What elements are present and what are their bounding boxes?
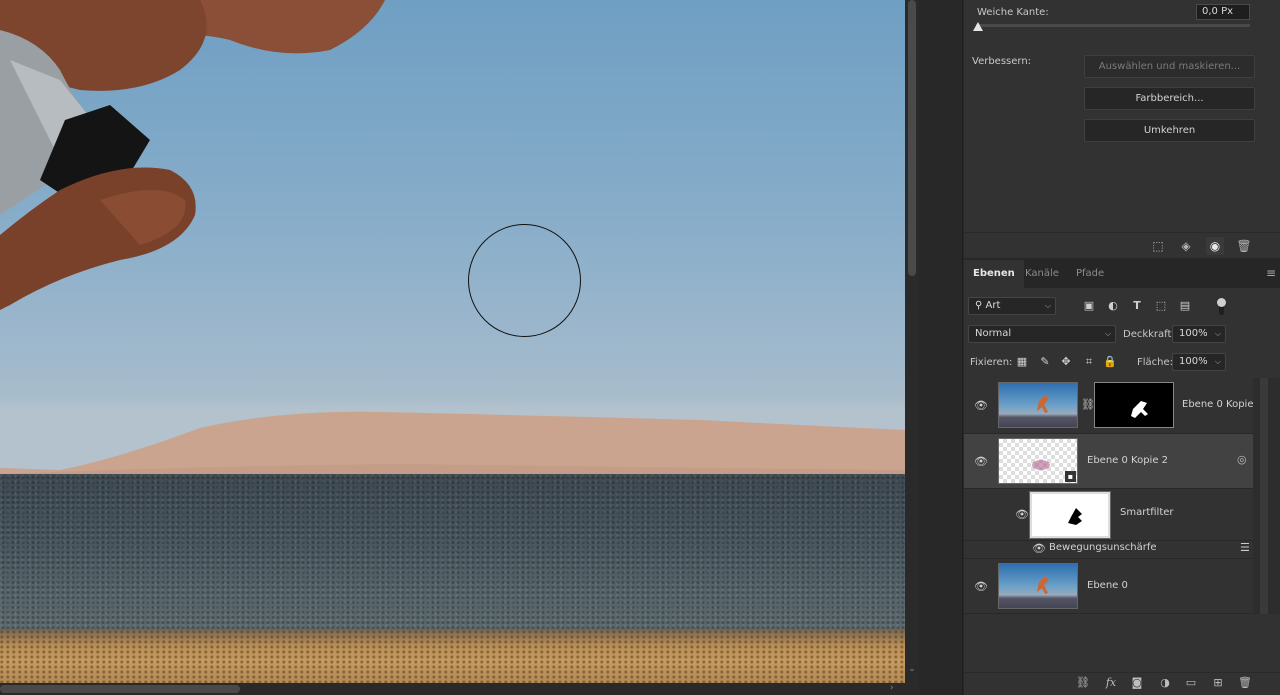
- layer-row[interactable]: 👁 Ebene 0: [964, 560, 1253, 614]
- layers-panel: Ebenen Kanäle Pfade ≡ ⚲ Art ⌵ ▣ ◐ T ⬚ ▤ …: [964, 260, 1280, 695]
- chevron-down-icon: ⌵: [1214, 329, 1221, 338]
- pixel-filter-icon[interactable]: ▣: [1081, 298, 1097, 314]
- runner-thumbnail-icon: [1037, 576, 1049, 594]
- search-icon: ⚲: [975, 300, 986, 311]
- eye-icon[interactable]: 👁: [1032, 542, 1046, 555]
- layer-name[interactable]: Ebene 0 Kopie 2: [1087, 455, 1168, 466]
- lock-all-icon[interactable]: 🔒: [1102, 354, 1118, 370]
- properties-panel: Weiche Kante: 0,0 Px Verbessern: Auswähl…: [964, 0, 1280, 258]
- layer-thumbnail[interactable]: [998, 382, 1078, 428]
- smart-object-badge-icon: ▪: [1065, 471, 1076, 482]
- mask-shape-icon: [1068, 508, 1082, 525]
- tab-paths[interactable]: Pfade: [1067, 260, 1113, 288]
- gravel-ground: [0, 474, 905, 644]
- layers-footer: ⛓ fx ◙ ◑ ▭ ⊞ 🗑: [964, 672, 1280, 695]
- shape-filter-icon[interactable]: ⬚: [1153, 298, 1169, 314]
- invert-button[interactable]: Umkehren: [1084, 119, 1255, 142]
- layer-mask-thumbnail[interactable]: [1094, 382, 1174, 428]
- smart-object-filter-icon[interactable]: ▤: [1177, 298, 1193, 314]
- canvas-horizontal-scrollbar[interactable]: ›: [0, 683, 919, 695]
- filter-options-icon[interactable]: ☰: [1240, 541, 1250, 554]
- filter-toggle-switch[interactable]: [1216, 298, 1226, 316]
- chevron-down-icon: ⌵: [1104, 329, 1111, 338]
- opacity-label: Deckkraft:: [1123, 329, 1175, 340]
- eye-icon[interactable]: 👁: [974, 399, 988, 412]
- feather-label: Weiche Kante:: [977, 7, 1049, 18]
- sand-foreground: [0, 630, 905, 683]
- blend-mode-value: Normal: [975, 328, 1012, 339]
- runner-thumbnail-icon: [1037, 395, 1049, 413]
- adjustment-filter-icon[interactable]: ◐: [1105, 298, 1121, 314]
- filter-row[interactable]: 👁 Bewegungsunschärfe ☰: [964, 541, 1253, 559]
- lock-transparency-icon[interactable]: ▦: [1014, 354, 1030, 370]
- smart-filter-mask-thumbnail[interactable]: [1029, 491, 1111, 539]
- chevron-down-icon: ⌵: [1214, 357, 1221, 366]
- layer-thumbnail[interactable]: [998, 563, 1078, 609]
- tab-layers[interactable]: Ebenen: [964, 260, 1024, 288]
- layer-filter-select[interactable]: ⚲ Art ⌵: [968, 297, 1056, 315]
- layer-row[interactable]: 👁 ⛓ Ebene 0 Kopie: [964, 378, 1253, 434]
- lock-position-icon[interactable]: ✥: [1058, 354, 1074, 370]
- athlete-figure: [0, 0, 385, 310]
- eye-icon[interactable]: 👁: [974, 455, 988, 468]
- fill-value: 100%: [1179, 356, 1208, 367]
- document-canvas[interactable]: [0, 0, 905, 683]
- select-and-mask-button[interactable]: Auswählen und maskieren...: [1084, 55, 1255, 78]
- layer-name[interactable]: Ebene 0 Kopie: [1182, 399, 1253, 410]
- link-chain-icon[interactable]: ⛓: [1081, 398, 1095, 411]
- eye-icon[interactable]: 👁: [974, 580, 988, 593]
- type-filter-icon[interactable]: T: [1129, 298, 1145, 314]
- panel-menu-icon[interactable]: ≡: [1266, 266, 1276, 280]
- scroll-down-arrow-icon[interactable]: ⌄: [907, 664, 917, 676]
- lock-label: Fixieren:: [970, 357, 1013, 368]
- horizontal-scroll-thumb[interactable]: [0, 685, 240, 693]
- fill-label: Fläche:: [1137, 357, 1174, 368]
- feather-slider-track[interactable]: [976, 24, 1250, 27]
- opacity-input[interactable]: 100% ⌵: [1172, 325, 1226, 343]
- layers-tab-bar: Ebenen Kanäle Pfade ≡: [964, 260, 1280, 288]
- fx-icon[interactable]: fx: [1103, 676, 1119, 689]
- canvas-vertical-scrollbar[interactable]: ⌄: [905, 0, 919, 683]
- layer-thumbnail[interactable]: ▪: [998, 438, 1078, 484]
- link-icon[interactable]: ⛓: [1075, 676, 1091, 689]
- layer-row[interactable]: 👁 ▪ Ebene 0 Kopie 2 ◎ ^: [964, 434, 1264, 489]
- tab-channels[interactable]: Kanäle: [1016, 260, 1068, 288]
- color-range-button[interactable]: Farbbereich...: [1084, 87, 1255, 110]
- trash-icon[interactable]: 🗑: [1237, 676, 1253, 689]
- properties-footer: ⬚ ◈ ◉ 🗑: [964, 232, 1280, 258]
- scroll-right-arrow-icon[interactable]: ›: [890, 683, 900, 695]
- feather-slider-thumb[interactable]: [973, 22, 983, 31]
- selection-icon[interactable]: ⬚: [1149, 237, 1167, 255]
- opacity-value: 100%: [1179, 328, 1208, 339]
- smart-filter-name[interactable]: Smartfilter: [1120, 507, 1174, 518]
- blend-mode-select[interactable]: Normal ⌵: [968, 325, 1116, 343]
- filter-name[interactable]: Bewegungsunschärfe: [1049, 542, 1157, 553]
- vertical-scroll-thumb[interactable]: [908, 0, 916, 276]
- layers-scrollbar[interactable]: [1253, 378, 1280, 614]
- brush-cursor-icon: [468, 224, 581, 337]
- feather-input[interactable]: 0,0 Px: [1196, 4, 1250, 20]
- smart-filter-indicator-icon[interactable]: ◎: [1237, 453, 1247, 466]
- layer-filter-value: Art: [985, 300, 1001, 311]
- delete-icon[interactable]: 🗑: [1235, 237, 1253, 255]
- new-layer-icon[interactable]: ⊞: [1210, 676, 1226, 689]
- group-icon[interactable]: ▭: [1183, 676, 1199, 689]
- refine-label: Verbessern:: [972, 56, 1032, 67]
- visibility-icon[interactable]: ◉: [1206, 237, 1224, 255]
- panel-gutter: [919, 0, 963, 695]
- apply-mask-icon[interactable]: ◈: [1177, 237, 1195, 255]
- add-mask-icon[interactable]: ◙: [1129, 676, 1145, 689]
- adjustment-icon[interactable]: ◑: [1157, 676, 1173, 689]
- fill-input[interactable]: 100% ⌵: [1172, 353, 1226, 371]
- smart-filter-row[interactable]: 👁 Smartfilter: [964, 489, 1253, 541]
- lock-artboard-icon[interactable]: ⌗: [1081, 354, 1097, 370]
- lock-brush-icon[interactable]: ✎: [1037, 354, 1053, 370]
- eye-icon[interactable]: 👁: [1015, 508, 1029, 521]
- chevron-down-icon: ⌵: [1044, 301, 1051, 310]
- layer-name[interactable]: Ebene 0: [1087, 580, 1128, 591]
- mask-silhouette-icon: [1131, 401, 1148, 418]
